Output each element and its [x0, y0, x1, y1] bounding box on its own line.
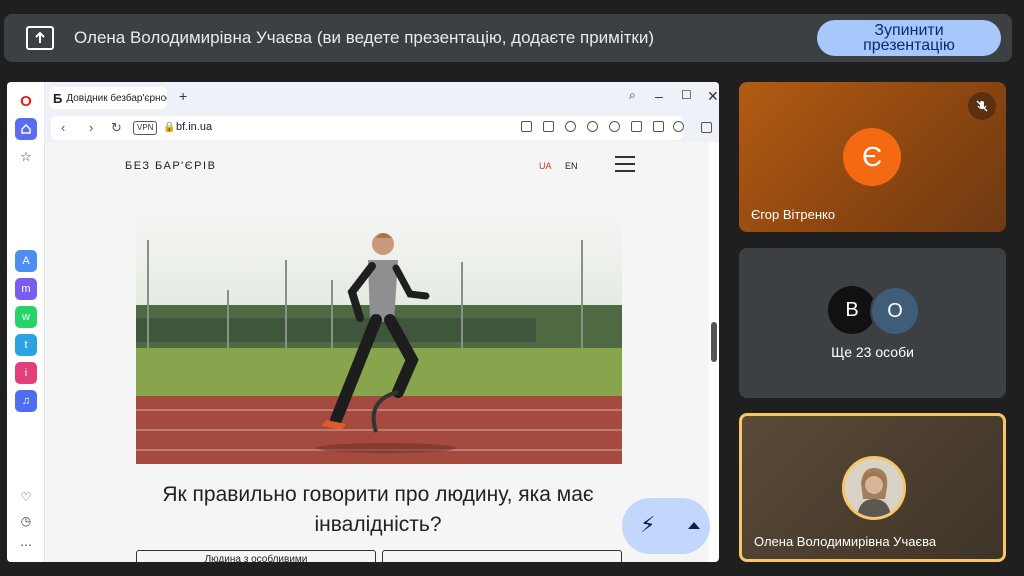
extensions-icon[interactable] — [701, 122, 712, 133]
reload-icon[interactable]: ↻ — [111, 120, 122, 136]
avatar: В — [828, 286, 876, 334]
vpn-badge[interactable]: VPN — [133, 121, 158, 135]
presenting-banner: Олена Володимирівна Учаєва (ви ведете пр… — [4, 14, 1012, 62]
address-bar: ‹ › ↻ VPN 🔒 bf.in.ua — [45, 114, 719, 142]
participant-name: Єгор Вітренко — [751, 207, 836, 222]
maximize-icon[interactable]: ☐ — [681, 88, 692, 102]
minimize-icon[interactable]: – — [655, 88, 663, 104]
stop-button-line2: презентацію — [863, 37, 955, 54]
tab-accessibility-guide[interactable]: Б Довідник безбар'єрності — [49, 87, 167, 109]
instagram-icon[interactable]: i — [15, 362, 37, 384]
back-icon[interactable]: ‹ — [61, 120, 65, 135]
opera-logo-icon[interactable]: O — [15, 90, 37, 112]
whatsapp-icon[interactable]: w — [15, 306, 37, 328]
expand-up-icon[interactable] — [688, 522, 700, 529]
lock-icon: 🔒 — [163, 122, 176, 133]
download-icon[interactable] — [631, 121, 642, 132]
site-logo[interactable]: БЕЗ БАР'ЄРІВ — [125, 160, 216, 172]
messenger-icon[interactable]: m — [15, 278, 37, 300]
participant-tile-others[interactable]: В О Ще 23 особи — [739, 248, 1006, 398]
stop-button-line1: Зупинити — [874, 22, 944, 39]
hamburger-menu-icon[interactable] — [615, 156, 635, 177]
shield-icon[interactable] — [565, 121, 576, 132]
scrollbar-thumb[interactable] — [711, 322, 717, 362]
tab-bar: Б Довідник безбар'єрності + ⌕ – ☐ ✕ — [45, 82, 719, 114]
present-screen-icon — [26, 26, 54, 50]
history-icon[interactable]: ◷ — [15, 510, 37, 532]
lang-ua-link[interactable]: UA — [539, 161, 552, 171]
mic-off-icon — [968, 92, 996, 120]
camera-icon[interactable] — [543, 121, 554, 132]
hero-image-runner — [136, 210, 622, 464]
pinboard-icon[interactable]: ☆ — [15, 146, 37, 168]
edit-icon[interactable] — [521, 121, 532, 132]
option-button-right[interactable] — [382, 550, 622, 562]
presenting-title: Олена Володимирівна Учаєва (ви ведете пр… — [74, 28, 655, 47]
stop-presenting-button[interactable]: Зупинити презентацію — [817, 20, 1001, 56]
avatar: Є — [843, 128, 901, 186]
avatar: О — [870, 286, 920, 336]
annotation-fab[interactable]: ⚡ — [622, 498, 710, 554]
music-player-icon[interactable]: ♫ — [15, 390, 37, 412]
browser-sidebar: O ☆ A m w t i ♫ ♡ ◷ ⋯ — [7, 82, 45, 562]
menu-icon[interactable] — [653, 121, 664, 132]
new-tab-icon[interactable]: + — [179, 88, 187, 104]
play-icon[interactable] — [587, 121, 598, 132]
more-participants-label: Ще 23 особи — [831, 344, 914, 360]
tab-favicon: Б — [53, 90, 63, 106]
profile-icon[interactable] — [673, 121, 684, 132]
search-icon[interactable]: ⌕ — [629, 88, 636, 103]
participant-tile-olena[interactable]: Олена Володимирівна Учаєва — [739, 413, 1006, 562]
heart-icon[interactable]: ♡ — [15, 486, 37, 508]
lang-en-link[interactable]: EN — [565, 161, 578, 171]
participant-tile-yehor[interactable]: Є Єгор Вітренко — [739, 82, 1006, 232]
annotate-pen-icon: ⚡ — [640, 512, 656, 537]
home-icon[interactable] — [15, 118, 37, 140]
web-page: БЕЗ БАР'ЄРІВ UA EN Як правильно говорити… — [45, 142, 709, 562]
participant-name: Олена Володимирівна Учаєва — [754, 534, 937, 549]
favorite-icon[interactable] — [609, 121, 620, 132]
address-url[interactable]: bf.in.ua — [176, 121, 212, 133]
shared-browser-window: O ☆ A m w t i ♫ ♡ ◷ ⋯ Б Довідник безбар'… — [7, 82, 719, 562]
close-icon[interactable]: ✕ — [707, 88, 719, 105]
more-icon[interactable]: ⋯ — [15, 534, 37, 556]
page-headline: Як правильно говорити про людину, яка ма… — [162, 483, 594, 536]
tab-title: Довідник безбар'єрності — [66, 92, 167, 104]
option-button-left[interactable]: Людина з особливими — [136, 550, 376, 562]
forward-icon[interactable]: › — [89, 120, 93, 135]
app-store-icon[interactable]: A — [15, 250, 37, 272]
telegram-icon[interactable]: t — [15, 334, 37, 356]
avatar-photo — [842, 456, 906, 520]
address-field[interactable]: ‹ › ↻ VPN 🔒 bf.in.ua — [51, 116, 684, 140]
